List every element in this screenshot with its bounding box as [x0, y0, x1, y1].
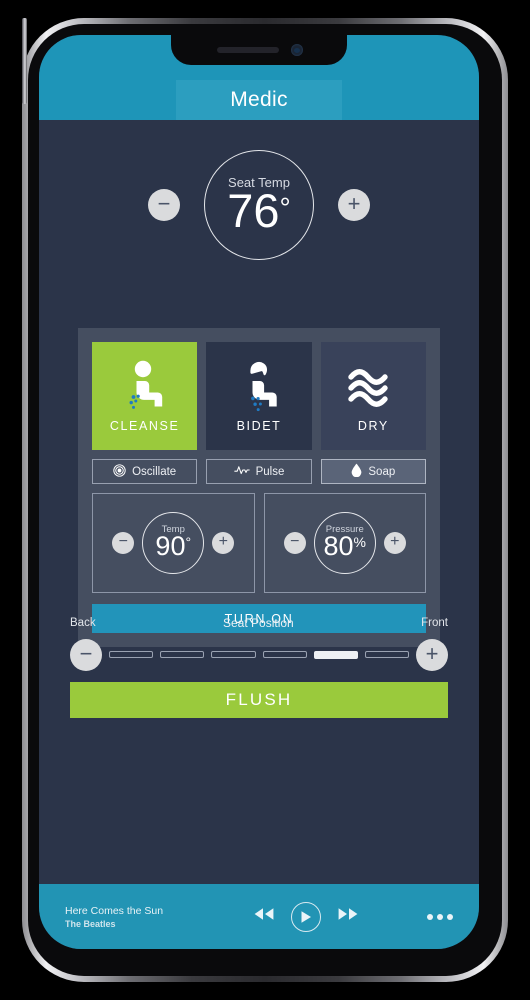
pressure-dial[interactable]: Pressure 80% — [313, 512, 376, 574]
option-label-pulse: Pulse — [255, 465, 285, 478]
seat-temp-value: 76° — [227, 183, 291, 237]
seat-temp-increase-button[interactable]: + — [338, 189, 370, 221]
seat-position-front-label: Front — [421, 617, 448, 629]
flush-button[interactable]: FLUSH — [70, 682, 448, 718]
waveform-icon — [233, 464, 250, 479]
track-title: Here Comes the Sun — [65, 904, 164, 917]
seat-position-labels: Back Seat Position Front — [70, 616, 448, 630]
player-controls — [185, 901, 427, 932]
seat-position-control: Back Seat Position Front − + — [70, 616, 448, 671]
fast-forward-icon[interactable] — [337, 906, 359, 927]
option-label-soap: Soap — [368, 465, 396, 478]
seat-position-slider[interactable]: − + — [70, 639, 448, 671]
mode-label-cleanse: CLEANSE — [109, 419, 180, 433]
seat-position-back-label: Back — [70, 617, 96, 629]
phone-frame: Medic − Seat Temp 76° + CLEANSE BIDET DR… — [22, 18, 508, 982]
track-info: Here Comes the Sun The Beatles — [65, 904, 185, 929]
music-player: Here Comes the Sun The Beatles — [39, 884, 479, 949]
seat-position-segments[interactable] — [109, 651, 410, 659]
option-label-oscillate: Oscillate — [132, 465, 177, 478]
mode-label-bidet: BIDET — [236, 419, 282, 433]
app-title-container: Medic — [176, 80, 342, 120]
mode-label-dry: DRY — [357, 419, 389, 433]
seat-temp-dial[interactable]: Seat Temp 76° — [204, 150, 314, 260]
seat-position-segment[interactable] — [262, 651, 307, 658]
seated-person-spray-icon — [122, 359, 168, 415]
pressure-value: 80% — [323, 531, 367, 562]
temp-increase-button[interactable]: + — [212, 532, 235, 554]
seat-position-increase-button[interactable]: + — [416, 639, 448, 671]
seat-temp-control: − Seat Temp 76° + — [39, 120, 479, 260]
water-drop-icon — [351, 463, 362, 480]
pressure-increase-button[interactable]: + — [383, 532, 406, 554]
seat-position-segment[interactable] — [313, 651, 358, 659]
temp-control: − Temp 90° + — [92, 493, 255, 593]
seat-position-title: Seat Position — [223, 616, 294, 630]
option-toggles: Oscillate Pulse Soap — [92, 459, 426, 484]
temp-decrease-button[interactable]: − — [112, 532, 135, 554]
seat-position-segment[interactable] — [109, 651, 154, 658]
pressure-control: − Pressure 80% + — [263, 493, 426, 593]
seat-temp-decrease-button[interactable]: − — [148, 189, 180, 221]
more-options-icon[interactable] — [427, 913, 453, 920]
rewind-icon[interactable] — [253, 906, 275, 927]
play-icon[interactable] — [291, 901, 321, 932]
mode-tile-bidet[interactable]: BIDET — [206, 342, 312, 450]
option-button-pulse[interactable]: Pulse — [206, 459, 312, 484]
phone-screen: Medic − Seat Temp 76° + CLEANSE BIDET DR… — [39, 35, 479, 949]
app-body: − Seat Temp 76° + CLEANSE BIDET DRY Osci… — [39, 120, 479, 949]
dial-controls: − Temp 90° + − Pressure 80% + — [92, 493, 426, 593]
track-artist: The Beatles — [65, 919, 116, 930]
seat-temp-unit: ° — [279, 191, 291, 223]
option-button-soap[interactable]: Soap — [320, 459, 426, 484]
concentric-circles-icon — [113, 463, 126, 480]
mode-selector: CLEANSE BIDET DRY — [92, 342, 426, 450]
seat-position-segment[interactable] — [160, 651, 205, 658]
mode-tile-cleanse[interactable]: CLEANSE — [92, 342, 198, 450]
pressure-decrease-button[interactable]: − — [283, 532, 306, 554]
front-camera-icon — [291, 44, 303, 56]
temp-value: 90° — [155, 531, 192, 562]
temp-unit: ° — [185, 534, 192, 551]
seat-position-segment[interactable] — [364, 651, 410, 658]
seat-position-decrease-button[interactable]: − — [70, 639, 102, 671]
control-panel: CLEANSE BIDET DRY Oscillate Pulse Soap −… — [78, 328, 440, 647]
mode-tile-dry[interactable]: DRY — [320, 342, 426, 450]
seated-person-bidet-icon — [236, 359, 282, 415]
earpiece-speaker-icon — [217, 47, 279, 53]
seat-position-segment[interactable] — [211, 651, 256, 658]
power-button[interactable] — [22, 18, 27, 104]
temp-dial[interactable]: Temp 90° — [142, 512, 205, 574]
page-title: Medic — [230, 88, 288, 111]
air-waves-icon — [346, 359, 400, 415]
pressure-unit: % — [353, 534, 366, 551]
notch — [171, 35, 347, 65]
option-button-oscillate[interactable]: Oscillate — [92, 459, 198, 484]
